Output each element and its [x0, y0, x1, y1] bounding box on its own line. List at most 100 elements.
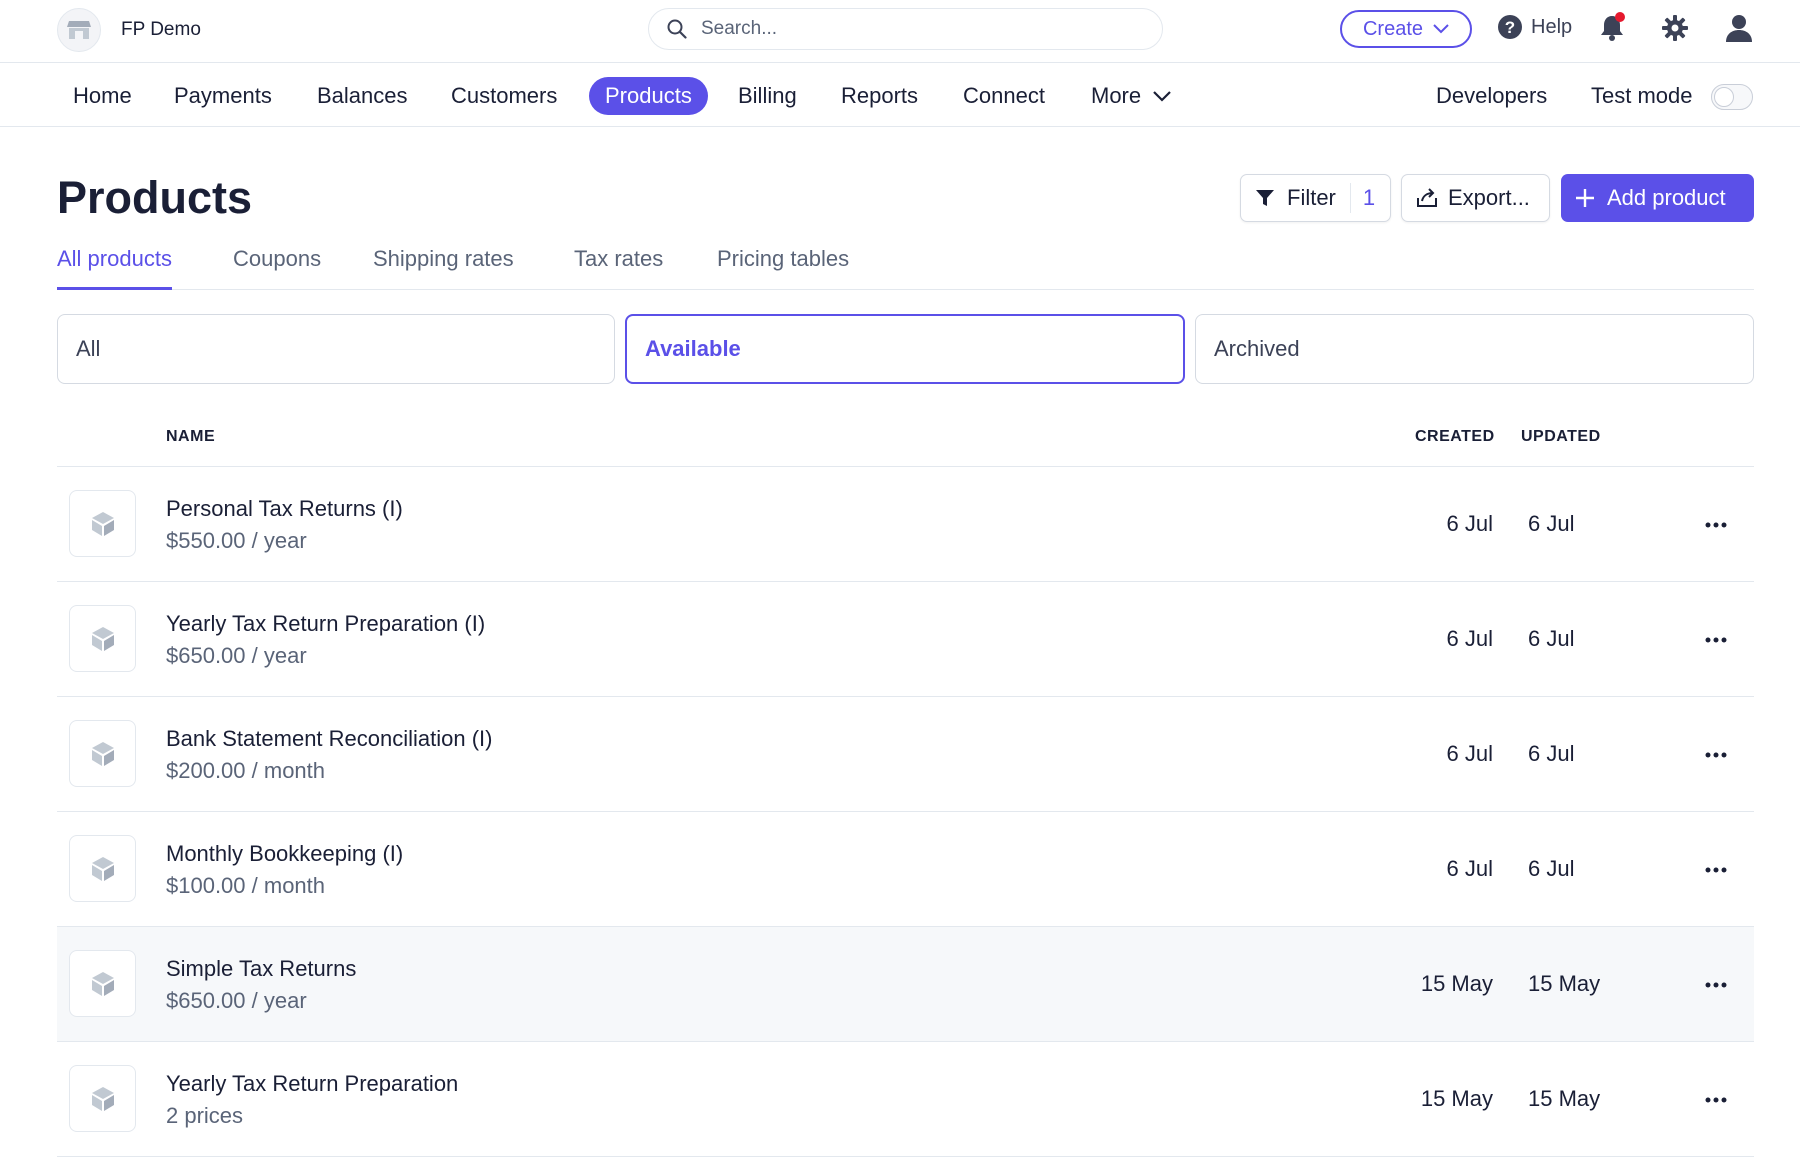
- row-actions-button[interactable]: [1701, 630, 1731, 650]
- row-actions-button[interactable]: [1701, 745, 1731, 765]
- updated-date: 6 Jul: [1528, 741, 1575, 766]
- product-price: $650.00 / year: [166, 643, 307, 668]
- tab-tax-rates[interactable]: Tax rates: [574, 246, 663, 290]
- updated-date: 6 Jul: [1528, 626, 1575, 651]
- filter-icon: [1256, 190, 1274, 206]
- nav-developers[interactable]: Developers: [1436, 77, 1547, 115]
- column-created[interactable]: CREATED: [1415, 428, 1495, 446]
- account-switcher[interactable]: FP Demo: [57, 8, 201, 52]
- add-product-label: Add product: [1607, 185, 1726, 210]
- table-row[interactable]: Bank Statement Reconciliation (I) $200.0…: [57, 697, 1754, 812]
- product-price: $650.00 / year: [166, 988, 307, 1013]
- top-bar: FP Demo Create ? Help: [0, 0, 1800, 63]
- tab-coupons[interactable]: Coupons: [233, 246, 321, 290]
- filter-button[interactable]: Filter 1: [1240, 174, 1391, 222]
- box-icon: [91, 741, 114, 766]
- column-updated[interactable]: UPDATED: [1521, 428, 1601, 446]
- settings-button[interactable]: [1662, 15, 1688, 46]
- product-name: Yearly Tax Return Preparation (I): [166, 611, 486, 636]
- page-title: Products: [57, 172, 253, 223]
- created-date: 6 Jul: [1446, 626, 1493, 651]
- more-icon: [1705, 867, 1727, 873]
- add-product-button[interactable]: Add product: [1561, 174, 1754, 222]
- tab-pricing-tables[interactable]: Pricing tables: [717, 246, 849, 290]
- product-name: Bank Statement Reconciliation (I): [166, 726, 493, 751]
- nav-payments[interactable]: Payments: [174, 77, 272, 115]
- table-header: NAME CREATED UPDATED: [57, 422, 1754, 467]
- created-date: 15 May: [1420, 1086, 1493, 1111]
- nav-home[interactable]: Home: [73, 77, 132, 115]
- svg-text:?: ?: [1505, 18, 1515, 37]
- profile-button[interactable]: [1726, 14, 1752, 47]
- toggle-knob: [1714, 87, 1734, 107]
- created-date: 6 Jul: [1446, 511, 1493, 536]
- nav-more[interactable]: More: [1091, 77, 1171, 115]
- create-label: Create: [1362, 17, 1424, 40]
- product-name: Simple Tax Returns: [166, 956, 357, 981]
- product-thumbnail: [69, 490, 136, 557]
- updated-date: 15 May: [1528, 1086, 1601, 1111]
- nav-balances[interactable]: Balances: [317, 77, 408, 115]
- tab-all-products[interactable]: All products: [57, 246, 172, 290]
- created-date: 15 May: [1420, 971, 1493, 996]
- product-tabs: All products Coupons Shipping rates Tax …: [57, 240, 1754, 290]
- product-thumbnail: [69, 835, 136, 902]
- product-thumbnail: [69, 720, 136, 787]
- nav-reports[interactable]: Reports: [841, 77, 918, 115]
- row-actions-button[interactable]: [1701, 515, 1731, 535]
- more-icon: [1705, 752, 1727, 758]
- more-icon: [1705, 637, 1727, 643]
- gear-icon: [1662, 15, 1688, 41]
- box-icon: [91, 511, 114, 536]
- table-row[interactable]: Yearly Tax Return Preparation (I) $650.0…: [57, 582, 1754, 697]
- segment-all[interactable]: All: [57, 314, 615, 384]
- box-icon: [91, 626, 114, 651]
- nav-more-label: More: [1091, 83, 1142, 108]
- updated-date: 6 Jul: [1528, 856, 1575, 881]
- table-row[interactable]: Yearly Tax Return Preparation 2 prices 1…: [57, 1042, 1754, 1157]
- product-price: 2 prices: [166, 1103, 244, 1128]
- notification-badge: [1615, 12, 1625, 22]
- search-bar[interactable]: [648, 8, 1163, 50]
- table-row[interactable]: Simple Tax Returns $650.00 / year 15 May…: [57, 927, 1754, 1042]
- segment-available[interactable]: Available: [625, 314, 1185, 384]
- account-name: FP Demo: [121, 19, 201, 40]
- product-thumbnail: [69, 605, 136, 672]
- updated-date: 6 Jul: [1528, 511, 1575, 536]
- more-icon: [1705, 982, 1727, 988]
- row-actions-button[interactable]: [1701, 975, 1731, 995]
- nav-connect[interactable]: Connect: [963, 77, 1045, 115]
- export-button[interactable]: Export...: [1401, 174, 1550, 222]
- nav-billing[interactable]: Billing: [738, 77, 797, 115]
- chevron-down-icon: [1433, 24, 1449, 34]
- nav-customers[interactable]: Customers: [451, 77, 557, 115]
- product-name: Monthly Bookkeeping (I): [166, 841, 404, 866]
- row-actions-button[interactable]: [1701, 860, 1731, 880]
- help-button[interactable]: ? Help: [1497, 14, 1572, 40]
- chevron-down-icon: [1153, 90, 1171, 102]
- search-icon: [667, 19, 687, 39]
- box-icon: [91, 1086, 114, 1111]
- search-input[interactable]: [701, 18, 1121, 40]
- tab-shipping-rates[interactable]: Shipping rates: [373, 246, 514, 290]
- test-mode-toggle[interactable]: [1711, 84, 1753, 110]
- notifications-button[interactable]: [1600, 12, 1625, 47]
- segment-archived[interactable]: Archived: [1195, 314, 1754, 384]
- table-row[interactable]: Monthly Bookkeeping (I) $100.00 / month …: [57, 812, 1754, 927]
- box-icon: [91, 971, 114, 996]
- column-name[interactable]: NAME: [166, 428, 215, 446]
- create-button[interactable]: Create: [1340, 10, 1472, 48]
- table-row[interactable]: Personal Tax Returns (I) $550.00 / year …: [57, 467, 1754, 582]
- test-mode-label: Test mode: [1591, 83, 1693, 108]
- plus-icon: [1576, 189, 1594, 207]
- store-icon: [57, 8, 101, 52]
- product-thumbnail: [69, 1065, 136, 1132]
- row-actions-button[interactable]: [1701, 1090, 1731, 1110]
- nav-products[interactable]: Products: [589, 77, 708, 115]
- more-icon: [1705, 522, 1727, 528]
- box-icon: [91, 856, 114, 881]
- filter-label: Filter: [1287, 185, 1336, 210]
- product-thumbnail: [69, 950, 136, 1017]
- product-name: Yearly Tax Return Preparation: [166, 1071, 459, 1096]
- export-label: Export...: [1448, 185, 1530, 210]
